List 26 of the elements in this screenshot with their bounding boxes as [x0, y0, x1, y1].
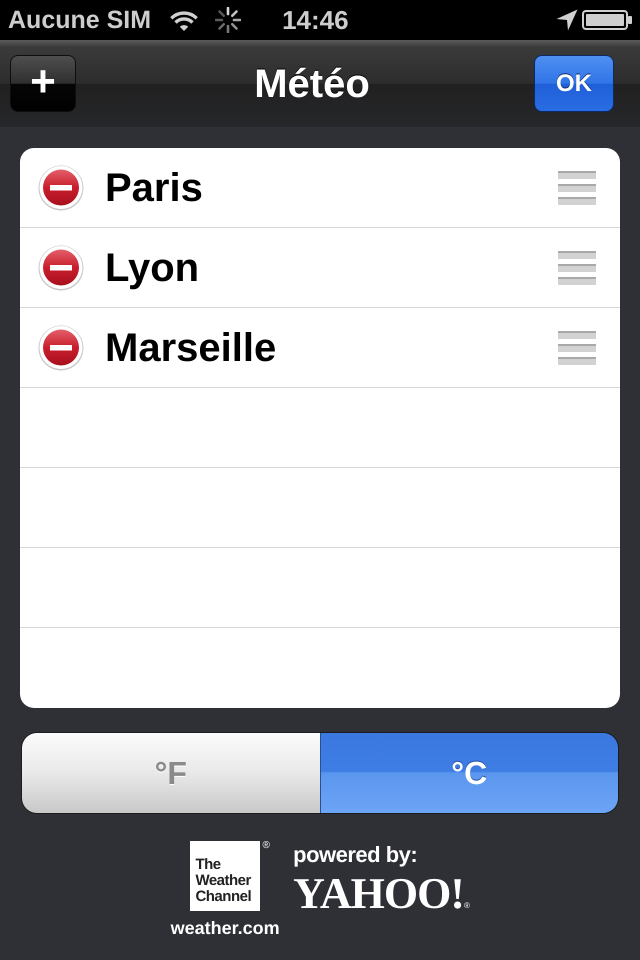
drag-handle-icon[interactable] — [558, 170, 596, 204]
city-name: Lyon — [105, 248, 200, 288]
spinner-icon — [215, 7, 242, 33]
ok-button[interactable]: OK — [534, 55, 614, 112]
website-label: weather.com — [170, 919, 280, 937]
minus-circle-icon[interactable] — [38, 164, 84, 210]
city-name: Paris — [105, 168, 203, 208]
drag-handle-icon[interactable] — [558, 330, 596, 364]
registered-mark: ® — [464, 902, 470, 910]
powered-by-label: powered by: — [293, 844, 418, 866]
unit-segment[interactable]: °C — [320, 733, 618, 813]
location-arrow-icon — [556, 9, 578, 31]
minus-circle-icon[interactable] — [38, 324, 84, 370]
clock-time: 14:46 — [282, 7, 349, 33]
add-button[interactable]: + — [10, 55, 76, 112]
carrier-name: Aucune SIM — [8, 8, 152, 32]
battery-icon — [582, 10, 632, 30]
weather-channel-logo: The Weather Channel — [190, 841, 260, 911]
drag-handle-icon[interactable] — [558, 250, 596, 284]
city-name: Marseille — [105, 328, 276, 368]
registered-mark: ® — [262, 841, 270, 851]
screen-title: Météo — [254, 64, 370, 104]
minus-circle-icon[interactable] — [38, 244, 84, 290]
wordmark-logo: YAHOO! — [293, 872, 464, 916]
unit-segment[interactable]: °F — [22, 733, 320, 813]
wifi-icon — [169, 9, 200, 31]
